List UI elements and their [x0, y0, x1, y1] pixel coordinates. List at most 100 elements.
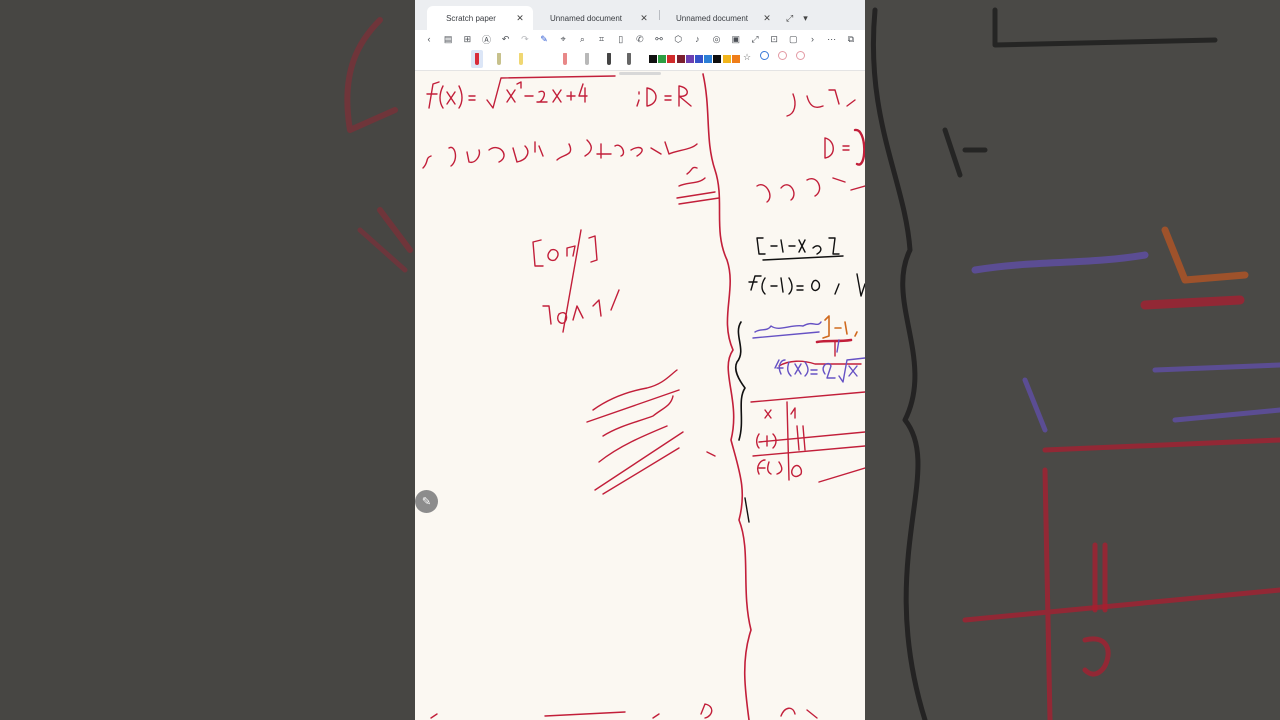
color-swatch-10[interactable] [731, 55, 740, 63]
size-large-ring[interactable] [796, 51, 805, 60]
interval-top-stroke [532, 235, 598, 267]
main-toolbar: ‹ ▤ ⊞ Ⓐ ↶ ↷ ✎ ⌖ ⌕ ⌗ ▯ ✆ ⚯ ⬡ ♪ ◎ ▣ ⤢ ⊡ ▢ … [415, 30, 865, 48]
arabic-line-2-stroke [556, 139, 698, 161]
right-arabic-stroke [756, 177, 865, 203]
sqrt-stroke [486, 75, 616, 109]
arabic-line-1-stroke [422, 141, 544, 169]
orange-interval-stroke [822, 315, 858, 339]
more-icon[interactable]: ⋯ [826, 34, 838, 45]
circled-mark-stroke [853, 128, 865, 166]
color-swatch-4[interactable] [676, 55, 685, 63]
box-icon[interactable]: ▢ [787, 34, 799, 45]
derivative-denominator-stroke [822, 357, 865, 383]
undo-icon[interactable]: ↶ [500, 34, 512, 45]
color-swatch-1[interactable] [649, 55, 657, 63]
pages-icon[interactable]: ⧉ [845, 34, 857, 45]
pen-black-icon [607, 53, 611, 65]
notes-app-window: Scratch paper ✕ Unnamed document ✕ Unnam… [415, 0, 865, 720]
derivative-fraction-stroke [778, 341, 862, 367]
tab-label: Scratch paper [446, 13, 496, 23]
left-blurred-ink [344, 17, 413, 273]
redo-icon[interactable]: ↷ [519, 34, 531, 45]
right-fx-stroke [786, 89, 856, 117]
table-fx-stroke [756, 459, 803, 478]
pen-gray-icon [585, 53, 589, 65]
sidebar-icon[interactable]: ▤ [442, 34, 454, 45]
color-swatch-9[interactable] [722, 55, 731, 63]
tab-unnamed-document-2[interactable]: Unnamed document ✕ [662, 6, 780, 30]
dash-stroke [706, 451, 716, 457]
table-vertical-stroke [786, 401, 806, 481]
interval-minus1-stroke [756, 237, 844, 261]
back-icon[interactable]: ‹ [423, 34, 435, 44]
add-page-icon[interactable]: ⊡ [768, 34, 780, 45]
size-medium-ring[interactable] [778, 51, 787, 60]
color-swatch-7[interactable] [704, 55, 713, 63]
close-icon[interactable]: ✕ [515, 13, 525, 24]
link-icon[interactable]: ⚯ [653, 34, 665, 45]
right-blurred-ink [870, 7, 1280, 720]
red-underline-stroke [815, 338, 853, 344]
pencil-tool[interactable] [493, 50, 505, 68]
color-swatch-8[interactable] [713, 55, 722, 63]
pen-black-tool[interactable] [603, 50, 615, 68]
right-domain-stroke [824, 137, 850, 159]
crop-icon[interactable]: ⌗ [596, 34, 608, 45]
tab-scratch-paper[interactable]: Scratch paper ✕ [427, 6, 533, 30]
pencil-icon [497, 53, 501, 65]
pen-dark-icon [627, 53, 631, 65]
pen-red-icon [475, 53, 479, 65]
image-icon[interactable]: ▣ [730, 34, 742, 45]
expand-icon[interactable]: ⤢ [749, 34, 761, 45]
black-tick-stroke [744, 497, 750, 523]
marker-red-icon [563, 53, 567, 65]
chevron-right-icon[interactable]: › [806, 34, 818, 44]
color-swatch-2[interactable] [658, 55, 667, 63]
left-page-ink [422, 73, 865, 720]
cross-diagonal-stroke [562, 229, 582, 333]
black-ink [734, 237, 865, 523]
tab-unnamed-document-1[interactable]: Unnamed document ✕ [533, 6, 657, 30]
handwriting-canvas[interactable] [415, 70, 865, 720]
equals-stroke [468, 95, 476, 101]
chevron-down-icon[interactable]: ▾ [803, 13, 808, 24]
radicand-stroke [506, 81, 588, 103]
marker-red-tool[interactable] [559, 50, 571, 68]
shapes-icon[interactable]: ⬡ [672, 34, 684, 45]
comment-icon[interactable]: ✆ [634, 34, 646, 45]
pen-red-tool[interactable] [471, 50, 483, 68]
arabic-underlined-stroke [676, 166, 720, 205]
color-swatch-3[interactable] [667, 55, 676, 63]
lasso-icon[interactable]: ⌕ [576, 34, 588, 45]
black-divider-stroke [734, 321, 746, 441]
bottom-partial-stroke [430, 703, 818, 719]
pen-gray-tool[interactable] [581, 50, 593, 68]
highlighter-icon[interactable]: ⌖ [557, 34, 569, 45]
text-icon[interactable]: Ⓐ [481, 33, 493, 46]
ruler-icon[interactable]: ▯ [615, 34, 627, 45]
tab-controls: ⤢ ▾ [786, 6, 808, 30]
size-small-ring[interactable] [760, 51, 769, 60]
close-icon[interactable]: ✕ [762, 13, 772, 24]
tab-label: Unnamed document [549, 13, 623, 23]
pen-icon[interactable]: ✎ [538, 34, 550, 45]
domain-stroke [636, 85, 692, 107]
right-blurred-background [865, 0, 1280, 720]
target-icon[interactable]: ◎ [711, 34, 723, 45]
highlighter-yellow-tool[interactable] [515, 50, 527, 68]
edit-floating-button[interactable]: ✎ [415, 490, 438, 513]
star-icon[interactable]: ☆ [743, 52, 751, 63]
left-blurred-background [0, 0, 415, 720]
table-header-stroke [764, 407, 796, 419]
expand-icon[interactable]: ⤢ [786, 13, 793, 24]
close-icon[interactable]: ✕ [639, 13, 649, 24]
color-swatch-6[interactable] [695, 55, 703, 63]
page-divider-stroke [702, 73, 752, 720]
purple-arabic-stroke [752, 321, 822, 339]
pen-dark-tool[interactable] [623, 50, 635, 68]
grid-icon[interactable]: ⊞ [461, 34, 473, 45]
tab-label: Unnamed document [675, 13, 749, 23]
color-swatch-5[interactable] [685, 55, 694, 63]
tab-separator [659, 10, 660, 20]
mic-icon[interactable]: ♪ [691, 34, 703, 44]
